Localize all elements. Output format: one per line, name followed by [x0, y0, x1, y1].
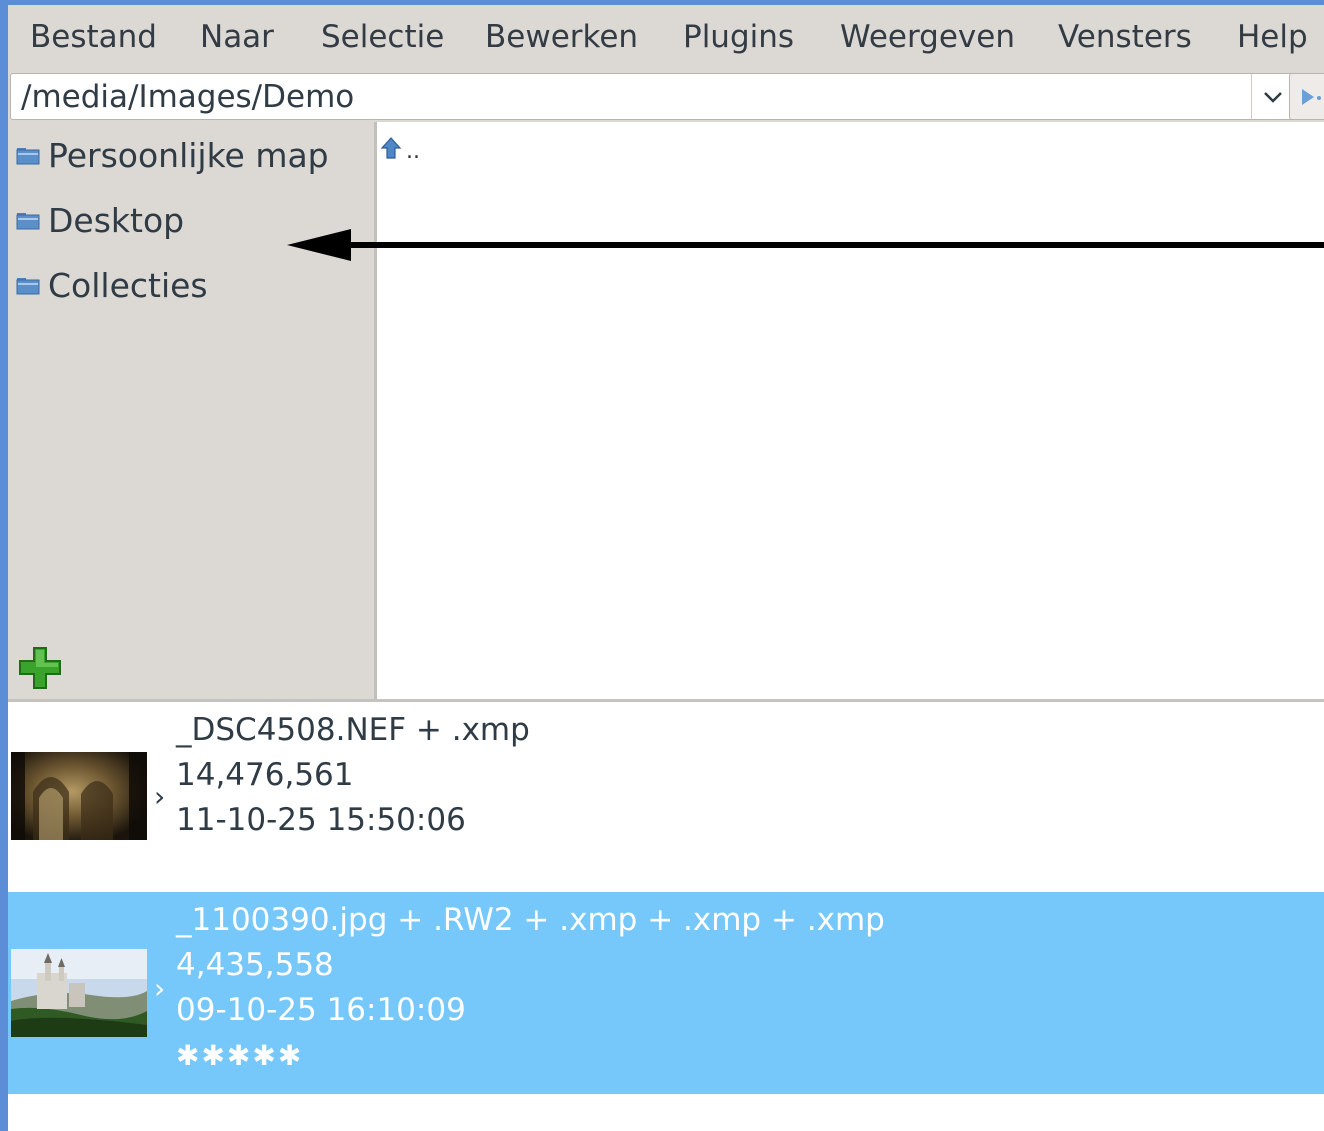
menu-selectie[interactable]: Selectie — [321, 19, 444, 55]
file-name: _1100390.jpg + .RW2 + .xmp + .xmp + .xmp — [176, 902, 885, 938]
parent-directory-entry[interactable]: .. — [380, 136, 420, 164]
go-arrow-icon — [1302, 89, 1321, 105]
menu-bar: Bestand Naar Selectie Bewerken Plugins W… — [8, 5, 1324, 72]
sidebar-item-label: Persoonlijke map — [48, 135, 329, 175]
menu-weergeven[interactable]: Weergeven — [840, 19, 1015, 55]
menu-plugins[interactable]: Plugins — [683, 19, 794, 55]
folder-icon — [16, 278, 40, 295]
add-bookmark-button[interactable] — [17, 646, 63, 694]
castle-thumbnail — [11, 949, 147, 1037]
sidebar-item-label: Desktop — [48, 200, 185, 240]
menu-bestand[interactable]: Bestand — [30, 19, 157, 55]
sidebar-item-collecties[interactable]: Collecties — [16, 263, 208, 307]
rating-stars: ✱✱✱✱✱ — [176, 1039, 304, 1072]
file-date: 11-10-25 15:50:06 — [176, 802, 466, 838]
green-plus-icon — [19, 647, 61, 689]
path-input[interactable]: /media/Images/Demo — [21, 79, 354, 115]
menu-naar[interactable]: Naar — [200, 19, 274, 55]
folder-icon — [16, 213, 40, 230]
directory-list: .. — [377, 122, 1324, 699]
path-bar: /media/Images/Demo — [8, 72, 1324, 122]
sidebar-item-label: Collecties — [48, 265, 208, 305]
file-size: 4,435,558 — [176, 947, 334, 983]
menu-bewerken[interactable]: Bewerken — [485, 19, 638, 55]
parent-directory-label: .. — [406, 139, 420, 164]
file-size: 14,476,561 — [176, 757, 354, 793]
menu-vensters[interactable]: Vensters — [1058, 19, 1192, 55]
path-dropdown-button[interactable] — [1251, 74, 1294, 119]
menu-help[interactable]: Help — [1237, 19, 1308, 55]
file-date: 09-10-25 16:10:09 — [176, 992, 466, 1028]
sidebar-item-persoonlijke-map[interactable]: Persoonlijke map — [16, 133, 329, 177]
expand-arrow[interactable]: › — [154, 780, 165, 813]
up-arrow-icon — [380, 137, 402, 159]
file-row[interactable]: › _1100390.jpg + .RW2 + .xmp + .xmp + .x… — [8, 892, 1324, 1094]
folder-icon — [16, 148, 40, 165]
file-list: › _DSC4508.NEF + .xmp 14,476,561 11-10-2… — [8, 702, 1324, 1131]
path-combobox[interactable]: /media/Images/Demo — [10, 73, 1295, 120]
bookmarks-sidebar: Persoonlijke map Desktop Collecties — [8, 122, 374, 699]
window-frame-left — [0, 0, 8, 1131]
sidebar-item-desktop[interactable]: Desktop — [16, 198, 184, 242]
file-row[interactable]: › _DSC4508.NEF + .xmp 14,476,561 11-10-2… — [8, 702, 1324, 892]
expand-arrow[interactable]: › — [154, 972, 165, 1005]
file-name: _DSC4508.NEF + .xmp — [176, 712, 530, 748]
go-button[interactable] — [1289, 73, 1324, 120]
interior-church-thumbnail — [11, 752, 147, 840]
